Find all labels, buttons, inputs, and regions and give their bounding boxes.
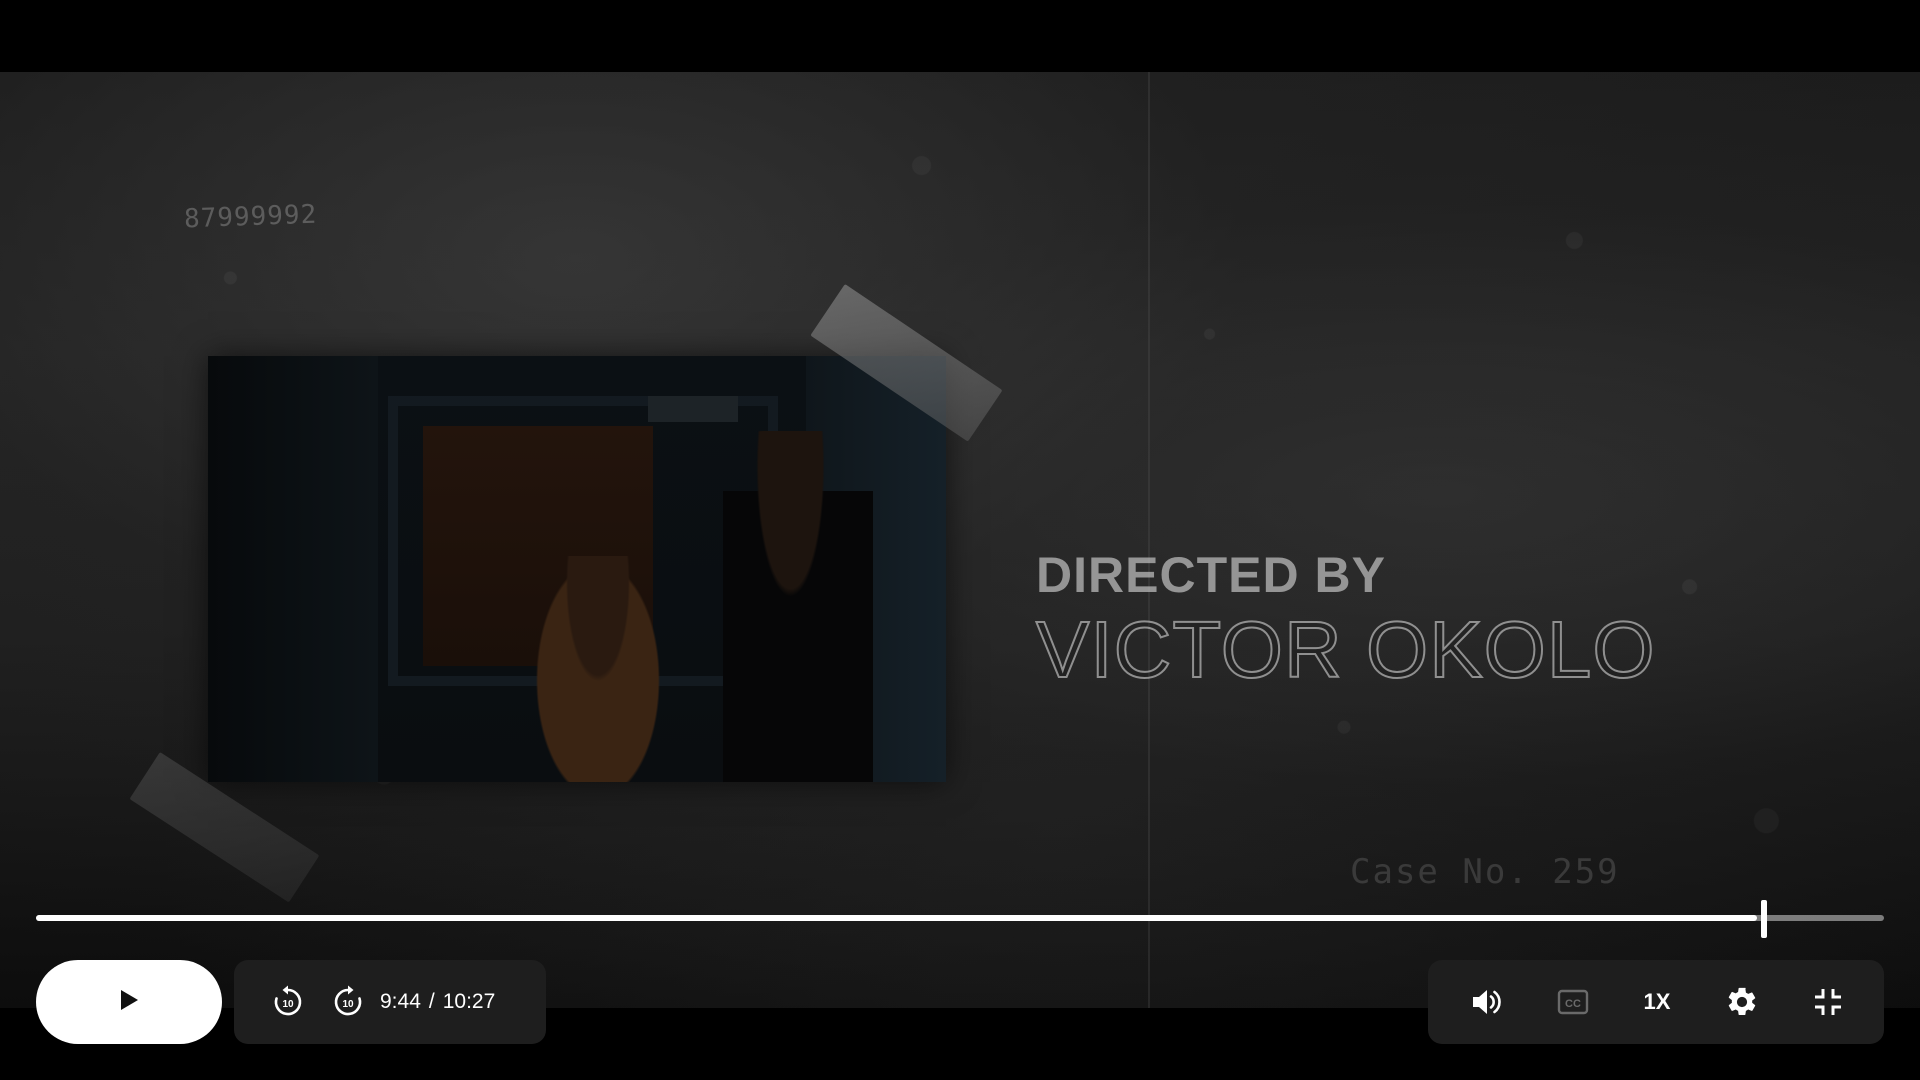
seated-person [533, 556, 663, 782]
case-number: Case No. 259 [1350, 852, 1620, 892]
captions-icon[interactable]: CC [1557, 989, 1589, 1015]
rewind-10-icon[interactable]: 10 [270, 984, 306, 1020]
duration: 10:27 [442, 990, 496, 1013]
playback-speed-button[interactable]: 1X [1644, 989, 1671, 1015]
gear-icon[interactable] [1725, 985, 1759, 1019]
playback-controls: 10 10 9:44 / 10:27 [234, 960, 546, 1044]
svg-text:CC: CC [1565, 998, 1581, 1010]
paper-crease [1148, 72, 1150, 1008]
play-icon [118, 988, 140, 1017]
forward-10-icon[interactable]: 10 [330, 984, 366, 1020]
time-display: 9:44 / 10:27 [380, 990, 495, 1014]
progress-played [36, 915, 1757, 921]
play-button[interactable] [36, 960, 222, 1044]
overlay-code: 87999992 [183, 199, 318, 235]
svg-text:10: 10 [282, 999, 294, 1010]
exit-fullscreen-icon[interactable] [1813, 987, 1843, 1017]
credit-name: VICTOR OKOLO [1035, 605, 1656, 694]
time-separator: / [428, 990, 435, 1013]
progress-bar[interactable] [36, 900, 1884, 938]
scene-photo [208, 356, 946, 782]
director-credit: DIRECTED BY VICTOR OKOLO [1035, 547, 1656, 694]
volume-icon[interactable] [1469, 985, 1503, 1019]
svg-text:10: 10 [342, 999, 354, 1010]
standing-person [723, 431, 873, 782]
video-frame[interactable]: 87999992 DIRECTED BY VICTOR OKOLO Case N… [0, 72, 1920, 1008]
video-player[interactable]: 87999992 DIRECTED BY VICTOR OKOLO Case N… [0, 0, 1920, 1080]
progress-handle[interactable] [1761, 900, 1767, 938]
current-time: 9:44 [380, 990, 421, 1013]
player-options: CC 1X [1428, 960, 1884, 1044]
credit-label: DIRECTED BY [1036, 547, 1386, 603]
